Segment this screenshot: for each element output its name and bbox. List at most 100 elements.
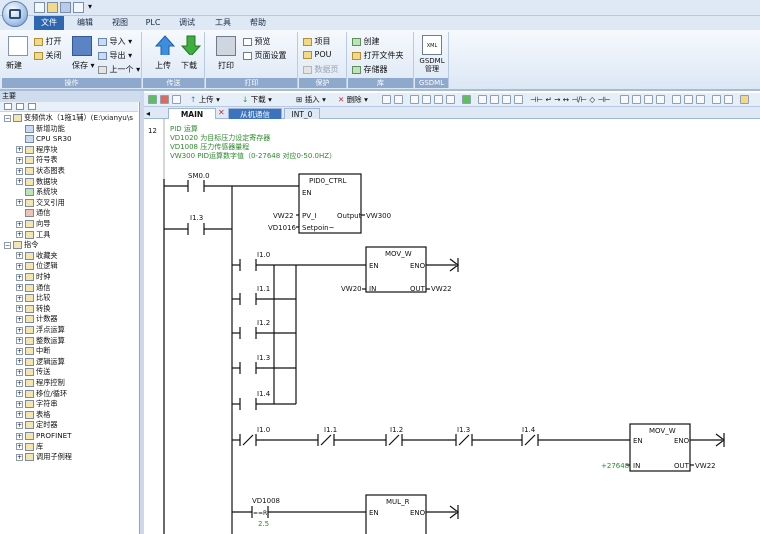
tree-item[interactable]: + 库 (16, 442, 43, 452)
mov-in-operand[interactable]: VW20 (341, 285, 362, 293)
expand-icon[interactable]: + (16, 199, 23, 207)
contact-label[interactable]: SM0.0 (188, 172, 210, 180)
tree-item[interactable]: CPU SR30 (16, 134, 72, 144)
expand-icon[interactable]: + (16, 379, 23, 387)
expand-icon[interactable]: + (16, 220, 23, 228)
toolbar-icon[interactable] (502, 95, 511, 104)
expand-icon[interactable]: + (16, 326, 23, 334)
expand-icon[interactable]: + (16, 284, 23, 292)
pid-pv-operand[interactable]: VW22 (273, 212, 294, 220)
tree-item[interactable]: + 符号表 (16, 155, 58, 165)
toolbar-icon[interactable] (422, 95, 431, 104)
contact-label[interactable]: I1.3 (257, 354, 270, 362)
save-button[interactable]: 保存 ▾ (72, 60, 95, 71)
pid-output-operand[interactable]: VW300 (366, 212, 391, 220)
tree-item[interactable]: + 逻辑运算 (16, 357, 65, 367)
tree-item[interactable]: + 时钟 (16, 272, 50, 282)
tab-help[interactable]: 帮助 (243, 16, 273, 30)
tree-toolbar-icon[interactable] (28, 103, 36, 110)
toolbar-icon[interactable] (394, 95, 403, 104)
tree-item[interactable]: − 变频供水（1拖1辅）(E:\xianyu\s (4, 113, 133, 123)
toolbar-icon[interactable] (490, 95, 499, 104)
tree-item[interactable]: + 中断 (16, 346, 50, 356)
upload-button[interactable]: 上传 (155, 60, 171, 71)
scroll-left-icon[interactable]: ◂ (146, 109, 150, 118)
print-button[interactable]: 打印 (218, 60, 234, 71)
expand-icon[interactable]: + (16, 358, 23, 366)
expand-icon[interactable]: + (16, 262, 23, 270)
memory-button[interactable]: 存储器 (352, 64, 388, 75)
toolbar-icon[interactable] (672, 95, 681, 104)
run-icon[interactable] (148, 95, 157, 104)
toolbar-icon[interactable] (446, 95, 455, 104)
tree-item[interactable]: + 交叉引用 (16, 198, 65, 208)
toolbar-icon[interactable] (382, 95, 391, 104)
expand-icon[interactable]: + (16, 178, 23, 186)
tree-toolbar-icon[interactable] (16, 103, 24, 110)
new-file-icon[interactable] (34, 2, 45, 13)
tab-slave-comm[interactable]: 从机通信 (228, 108, 282, 119)
expand-icon[interactable]: + (16, 421, 23, 429)
expand-icon[interactable]: + (16, 453, 23, 461)
editor-upload-button[interactable]: ↑ 上传 ▾ (190, 94, 220, 106)
tree-item[interactable]: + 位逻辑 (16, 261, 58, 271)
pid-sp-operand[interactable]: VD1016 (268, 224, 297, 232)
protect-project-button[interactable]: 项目 (303, 36, 331, 47)
tree-item[interactable]: + PROFINET (16, 431, 72, 441)
toolbar-icon[interactable] (712, 95, 721, 104)
expand-icon[interactable]: + (16, 337, 23, 345)
contact-label[interactable]: I1.2 (257, 319, 270, 327)
stop-icon[interactable] (160, 95, 169, 104)
tree-item[interactable]: + 定时器 (16, 420, 58, 430)
contact-label[interactable]: I1.2 (390, 426, 403, 434)
toolbar-icon[interactable] (620, 95, 629, 104)
expand-icon[interactable]: + (16, 400, 23, 408)
toolbar-icon[interactable] (478, 95, 487, 104)
toolbar-icon[interactable] (740, 95, 749, 104)
tree-item[interactable]: + 数据块 (16, 177, 58, 187)
tree-item[interactable]: + 程序控制 (16, 378, 65, 388)
close-button[interactable]: 关闭 (34, 50, 62, 61)
expand-icon[interactable]: + (16, 390, 23, 398)
application-menu-button[interactable] (2, 1, 28, 27)
tree-item[interactable]: + 状态图表 (16, 166, 65, 176)
tab-int0[interactable]: INT_0 (284, 108, 320, 119)
create-library-button[interactable]: 创建 (352, 36, 380, 47)
contact-label[interactable]: I1.4 (257, 390, 271, 398)
tree-item[interactable]: + 计数器 (16, 314, 58, 324)
previous-button[interactable]: 上一个 ▾ (98, 64, 140, 75)
expand-icon[interactable]: + (16, 411, 23, 419)
expand-icon[interactable]: + (16, 231, 23, 239)
save-icon[interactable] (60, 2, 71, 13)
toolbar-icon[interactable] (410, 95, 419, 104)
toolbar-icon[interactable] (514, 95, 523, 104)
toolbar-icon[interactable] (724, 95, 733, 104)
tab-plc[interactable]: PLC (140, 16, 166, 30)
tab-file[interactable]: 文件 (34, 16, 64, 30)
collapse-icon[interactable]: − (4, 114, 11, 122)
tab-tools[interactable]: 工具 (208, 16, 238, 30)
open-file-icon[interactable] (47, 2, 58, 13)
tree-item[interactable]: + 通信 (16, 283, 50, 293)
mov-in-operand[interactable]: +27648 (601, 462, 629, 470)
print-icon[interactable] (73, 2, 84, 13)
qat-dropdown-icon[interactable]: ▾ (88, 2, 92, 11)
tree-item[interactable]: + 收藏夹 (16, 251, 58, 261)
tree-item[interactable]: + 向导 (16, 219, 50, 229)
new-button[interactable]: 新建 (6, 60, 22, 71)
tree-item[interactable]: + 字符串 (16, 399, 58, 409)
import-button[interactable]: 导入 ▾ (98, 36, 132, 47)
compile-icon[interactable] (172, 95, 181, 104)
protect-data-page-button[interactable]: 数据页 (303, 64, 339, 75)
tree-item[interactable]: 系统块 (16, 187, 58, 197)
expand-icon[interactable]: + (16, 146, 23, 154)
expand-icon[interactable]: + (16, 315, 23, 323)
close-tab-icon[interactable]: ✕ (218, 108, 225, 117)
tree-item[interactable]: + 表格 (16, 410, 50, 420)
expand-icon[interactable]: + (16, 432, 23, 440)
ladder-editor[interactable]: 12 PID 运算 VD1020 为目标压力设定寄存器 VD1008 压力传感器… (144, 119, 760, 534)
tree-item[interactable]: + 程序块 (16, 145, 58, 155)
toolbar-icon[interactable] (434, 95, 443, 104)
tree-item[interactable]: + 比较 (16, 293, 50, 303)
contact-label[interactable]: I1.0 (257, 426, 270, 434)
